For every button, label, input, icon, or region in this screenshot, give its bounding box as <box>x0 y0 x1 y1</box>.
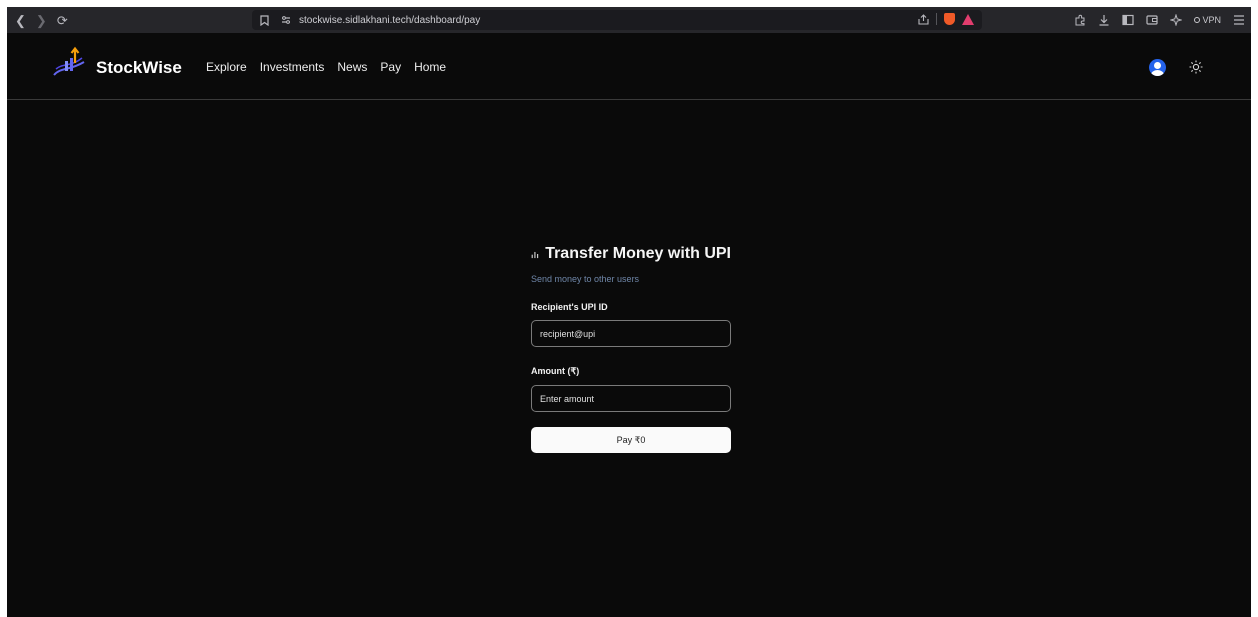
upi-id-label: Recipient's UPI ID <box>531 302 608 312</box>
sidebar-icon[interactable] <box>1122 14 1135 26</box>
pay-card: Transfer Money with UPI Send money to ot… <box>531 245 731 453</box>
wallet-icon[interactable] <box>1146 14 1159 26</box>
nav-home[interactable]: Home <box>414 60 446 74</box>
separator <box>936 13 937 25</box>
nav-explore[interactable]: Explore <box>206 60 247 74</box>
amount-input[interactable] <box>531 385 731 412</box>
bookmark-icon[interactable] <box>260 14 269 26</box>
main-nav: Explore Investments News Pay Home <box>206 60 446 74</box>
nav-news[interactable]: News <box>337 60 367 74</box>
amount-label: Amount (₹) <box>531 366 580 376</box>
site-settings-icon[interactable] <box>281 15 291 25</box>
browser-window: ❮ ❯ ⟳ stockwise.sidlakhani.tech/dashboar… <box>7 7 1251 617</box>
brave-rewards-icon[interactable] <box>962 13 974 25</box>
pay-button[interactable]: Pay ₹0 <box>531 427 731 453</box>
brand-name[interactable]: StockWise <box>96 58 182 78</box>
pay-subtitle: Send money to other users <box>531 274 640 284</box>
nav-pay[interactable]: Pay <box>380 60 401 74</box>
browser-toolbar: ❮ ❯ ⟳ stockwise.sidlakhani.tech/dashboar… <box>7 7 1251 33</box>
vpn-button[interactable]: VPN <box>1194 15 1221 25</box>
menu-icon[interactable] <box>1233 15 1245 25</box>
brave-shield-icon[interactable] <box>944 13 955 25</box>
pay-title-row: Transfer Money with UPI <box>531 245 731 263</box>
url-text[interactable]: stockwise.sidlakhani.tech/dashboard/pay <box>299 15 480 26</box>
pay-title: Transfer Money with UPI <box>545 245 731 262</box>
browser-actions: VPN <box>1074 7 1245 33</box>
bar-chart-icon <box>531 251 539 259</box>
back-icon[interactable]: ❮ <box>15 14 26 27</box>
vpn-icon <box>1194 17 1201 23</box>
address-bar-actions <box>918 13 974 25</box>
leo-ai-icon[interactable] <box>1170 14 1183 26</box>
download-icon[interactable] <box>1098 14 1110 26</box>
address-bar[interactable]: stockwise.sidlakhani.tech/dashboard/pay <box>252 10 982 30</box>
stockwise-logo-icon[interactable] <box>51 45 87 79</box>
avatar-head <box>1154 62 1161 69</box>
upi-id-input[interactable] <box>531 320 731 347</box>
user-avatar-icon[interactable] <box>1149 59 1166 76</box>
vpn-label: VPN <box>1202 15 1221 25</box>
theme-toggle-sun-icon[interactable] <box>1188 59 1204 75</box>
share-icon[interactable] <box>918 13 929 25</box>
extensions-icon[interactable] <box>1074 14 1086 26</box>
nav-investments[interactable]: Investments <box>260 60 325 74</box>
avatar-body <box>1151 70 1164 76</box>
forward-icon[interactable]: ❯ <box>36 14 47 27</box>
browser-nav-buttons: ❮ ❯ ⟳ <box>7 14 247 27</box>
app-header: StockWise Explore Investments News Pay H… <box>7 33 1251 100</box>
reload-icon[interactable]: ⟳ <box>57 14 68 27</box>
